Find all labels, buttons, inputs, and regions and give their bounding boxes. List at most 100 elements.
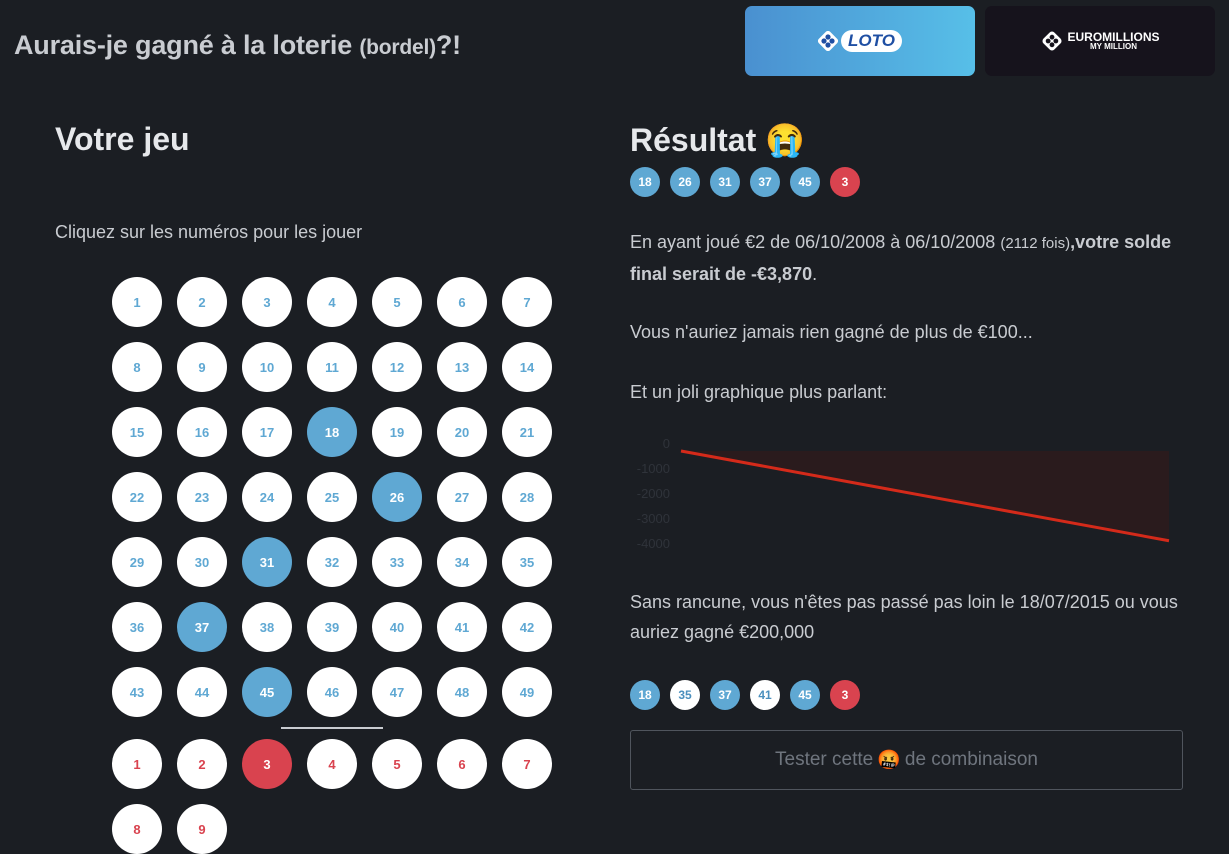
number-ball-32[interactable]: 32: [307, 537, 357, 587]
summary-text: En ayant joué €2 de 06/10/2008 à 06/10/2…: [630, 227, 1190, 289]
drawn-ball-45: 45: [790, 167, 820, 197]
app-title: Aurais-je gagné à la loterie (bordel)?!: [14, 30, 461, 61]
number-ball-41[interactable]: 41: [437, 602, 487, 652]
number-ball-5[interactable]: 5: [372, 277, 422, 327]
crying-face-icon: 😭: [765, 122, 805, 158]
number-ball-8[interactable]: 8: [112, 342, 162, 392]
number-ball-18[interactable]: 18: [307, 407, 357, 457]
test-combination-button[interactable]: Tester cette 🤬 de combinaison: [630, 730, 1183, 790]
number-ball-48[interactable]: 48: [437, 667, 487, 717]
max-win-text: Vous n'auriez jamais rien gagné de plus …: [630, 322, 1033, 342]
number-ball-43[interactable]: 43: [112, 667, 162, 717]
my-million-wordmark: MY MILLION: [1090, 42, 1137, 51]
y-tick-label: -1000: [637, 461, 670, 476]
number-ball-16[interactable]: 16: [177, 407, 227, 457]
number-ball-39[interactable]: 39: [307, 602, 357, 652]
number-ball-11[interactable]: 11: [307, 342, 357, 392]
chart-y-ticks: 0 -1000 -2000 -3000 -4000: [637, 436, 670, 551]
number-ball-15[interactable]: 15: [112, 407, 162, 457]
drawn-ball-3: 3: [830, 167, 860, 197]
number-ball-13[interactable]: 13: [437, 342, 487, 392]
number-ball-34[interactable]: 34: [437, 537, 487, 587]
number-ball-26[interactable]: 26: [372, 472, 422, 522]
number-ball-29[interactable]: 29: [112, 537, 162, 587]
drawn-ball-31: 31: [710, 167, 740, 197]
loto-logo: LOTO: [818, 30, 902, 52]
your-game-title: Votre jeu: [55, 121, 190, 157]
summary-intro: En ayant joué €2 de 06/10/2008 à 06/10/2…: [630, 232, 1001, 252]
number-ball-35[interactable]: 35: [502, 537, 552, 587]
near-miss-ball-37: 37: [710, 680, 740, 710]
number-ball-30[interactable]: 30: [177, 537, 227, 587]
star-ball-4[interactable]: 4: [307, 739, 357, 789]
angry-face-icon: 🤬: [877, 750, 901, 771]
number-ball-38[interactable]: 38: [242, 602, 292, 652]
grid-separator: [281, 727, 383, 729]
star-ball-2[interactable]: 2: [177, 739, 227, 789]
play-count: (2112 fois): [1000, 235, 1071, 252]
number-ball-28[interactable]: 28: [502, 472, 552, 522]
number-ball-33[interactable]: 33: [372, 537, 422, 587]
clover-icon: [1041, 31, 1062, 51]
number-ball-1[interactable]: 1: [112, 277, 162, 327]
number-ball-24[interactable]: 24: [242, 472, 292, 522]
number-ball-36[interactable]: 36: [112, 602, 162, 652]
result-title: Résultat 😭: [630, 121, 805, 159]
number-ball-45[interactable]: 45: [242, 667, 292, 717]
number-ball-44[interactable]: 44: [177, 667, 227, 717]
loto-wordmark: LOTO: [841, 30, 902, 52]
y-tick-label: -2000: [637, 486, 670, 501]
star-ball-6[interactable]: 6: [437, 739, 487, 789]
number-ball-7[interactable]: 7: [502, 277, 552, 327]
number-ball-47[interactable]: 47: [372, 667, 422, 717]
star-ball-7[interactable]: 7: [502, 739, 552, 789]
number-ball-17[interactable]: 17: [242, 407, 292, 457]
number-ball-27[interactable]: 27: [437, 472, 487, 522]
clover-icon: [818, 31, 839, 51]
near-miss-text: Sans rancune, vous n'êtes pas passé pas …: [630, 592, 1178, 642]
number-ball-31[interactable]: 31: [242, 537, 292, 587]
number-ball-6[interactable]: 6: [437, 277, 487, 327]
number-ball-23[interactable]: 23: [177, 472, 227, 522]
loto-game-tile[interactable]: LOTO: [745, 6, 975, 76]
euromillions-logo: EUROMILLIONS MY MILLION: [1041, 30, 1160, 52]
number-ball-3[interactable]: 3: [242, 277, 292, 327]
instructions-text: Cliquez sur les numéros pour les jouer: [55, 222, 363, 242]
number-ball-9[interactable]: 9: [177, 342, 227, 392]
number-ball-10[interactable]: 10: [242, 342, 292, 392]
test-button-before: Tester cette: [775, 749, 874, 770]
euromillions-game-tile[interactable]: EUROMILLIONS MY MILLION: [985, 6, 1215, 76]
balance-chart: 0 -1000 -2000 -3000 -4000: [637, 436, 1170, 551]
drawn-ball-26: 26: [670, 167, 700, 197]
y-tick-label: -4000: [637, 536, 670, 551]
result-title-text: Résultat: [630, 122, 757, 158]
y-tick-label: 0: [663, 436, 670, 451]
chart-intro-text: Et un joli graphique plus parlant:: [630, 382, 888, 402]
number-ball-20[interactable]: 20: [437, 407, 487, 457]
number-ball-21[interactable]: 21: [502, 407, 552, 457]
summary-end: .: [812, 264, 818, 284]
number-ball-14[interactable]: 14: [502, 342, 552, 392]
star-ball-3[interactable]: 3: [242, 739, 292, 789]
number-ball-46[interactable]: 46: [307, 667, 357, 717]
number-ball-25[interactable]: 25: [307, 472, 357, 522]
number-ball-22[interactable]: 22: [112, 472, 162, 522]
title-small: (bordel): [359, 36, 436, 59]
near-miss-ball-3: 3: [830, 680, 860, 710]
number-ball-2[interactable]: 2: [177, 277, 227, 327]
near-miss-ball-35: 35: [670, 680, 700, 710]
star-ball-5[interactable]: 5: [372, 739, 422, 789]
y-tick-label: -3000: [637, 511, 670, 526]
drawn-ball-37: 37: [750, 167, 780, 197]
number-ball-19[interactable]: 19: [372, 407, 422, 457]
number-ball-40[interactable]: 40: [372, 602, 422, 652]
title-end: ?!: [435, 30, 461, 60]
star-ball-1[interactable]: 1: [112, 739, 162, 789]
number-ball-12[interactable]: 12: [372, 342, 422, 392]
number-ball-4[interactable]: 4: [307, 277, 357, 327]
number-ball-37[interactable]: 37: [177, 602, 227, 652]
near-miss-ball-41: 41: [750, 680, 780, 710]
number-ball-49[interactable]: 49: [502, 667, 552, 717]
number-ball-42[interactable]: 42: [502, 602, 552, 652]
title-main: Aurais-je gagné à la loterie: [14, 30, 360, 60]
